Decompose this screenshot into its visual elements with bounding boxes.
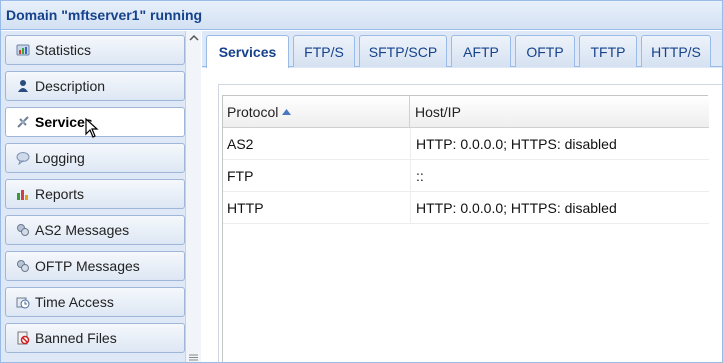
protocol-cell: HTTP xyxy=(227,200,264,216)
statistics-icon xyxy=(16,43,30,57)
tab-bar: Services FTP/S SFTP/SCP AFTP OFTP TFTP H… xyxy=(202,31,722,68)
sidebar-item-label: Statistics xyxy=(35,42,92,58)
column-header-protocol[interactable]: Protocol xyxy=(223,96,410,128)
sidebar-item-time-access[interactable]: Time Access xyxy=(5,287,185,317)
sidebar-item-oftp-messages[interactable]: OFTP Messages xyxy=(5,251,185,281)
sidebar-item-as2-messages[interactable]: AS2 Messages xyxy=(5,215,185,245)
tab-oftp[interactable]: OFTP xyxy=(515,35,575,67)
sidebar-item-logging[interactable]: Logging xyxy=(5,143,185,173)
tab-services[interactable]: Services xyxy=(206,35,289,68)
sort-ascending-icon xyxy=(282,109,292,115)
window-title: Domain "mftserver1" running xyxy=(1,1,722,30)
tab-tftp[interactable]: TFTP xyxy=(579,35,637,67)
services-grid: Protocol Host/IP AS2 HTTP: 0.0.0.0; HTTP… xyxy=(222,95,709,362)
bar-chart-icon xyxy=(16,187,30,201)
host-cell: HTTP: 0.0.0.0; HTTPS: disabled xyxy=(410,192,709,224)
tab-sftp-scp[interactable]: SFTP/SCP xyxy=(359,35,447,67)
grip-icon[interactable] xyxy=(189,353,198,362)
services-panel: Protocol Host/IP AS2 HTTP: 0.0.0.0; HTTP… xyxy=(202,68,722,362)
table-row[interactable]: AS2 HTTP: 0.0.0.0; HTTPS: disabled xyxy=(223,128,709,160)
messages-icon xyxy=(16,259,30,273)
sidebar-item-label: Services xyxy=(35,114,93,130)
table-row[interactable]: HTTP HTTP: 0.0.0.0; HTTPS: disabled xyxy=(223,192,709,224)
sidebar-item-reports[interactable]: Reports xyxy=(5,179,185,209)
clock-icon xyxy=(16,295,30,309)
grid-header: Protocol Host/IP xyxy=(223,96,709,128)
protocol-cell: AS2 xyxy=(227,136,254,152)
scroll-up-icon[interactable] xyxy=(189,33,199,43)
sidebar-item-label: AS2 Messages xyxy=(35,222,130,238)
main-content: Services FTP/S SFTP/SCP AFTP OFTP TFTP H… xyxy=(202,31,722,362)
sidebar-item-label: Logging xyxy=(35,150,85,166)
host-cell: HTTP: 0.0.0.0; HTTPS: disabled xyxy=(410,128,709,160)
sidebar-item-label: Banned Files xyxy=(35,330,117,346)
column-header-label: Host/IP xyxy=(415,104,461,120)
tab-ftp-s[interactable]: FTP/S xyxy=(293,35,355,67)
sidebar-item-services[interactable]: Services xyxy=(5,107,185,137)
column-header-host-ip[interactable]: Host/IP xyxy=(410,96,709,128)
table-row[interactable]: FTP :: xyxy=(223,160,709,192)
sidebar-item-label: Description xyxy=(35,78,106,94)
sidebar: Statistics Description Services Logging xyxy=(1,31,201,362)
messages-icon xyxy=(16,223,30,237)
person-icon xyxy=(16,79,30,93)
sidebar-scrollbar[interactable] xyxy=(185,31,201,362)
speech-bubble-icon xyxy=(16,151,30,165)
protocol-cell: FTP xyxy=(227,168,254,184)
app-window: Domain "mftserver1" running Statistics D… xyxy=(0,0,723,363)
tab-http-s[interactable]: HTTP/S xyxy=(641,35,711,67)
sidebar-item-statistics[interactable]: Statistics xyxy=(5,35,185,65)
sidebar-item-description[interactable]: Description xyxy=(5,71,185,101)
banned-file-icon xyxy=(16,331,30,345)
sidebar-item-label: Reports xyxy=(35,186,85,202)
column-header-label: Protocol xyxy=(227,104,279,120)
tab-aftp[interactable]: AFTP xyxy=(451,35,511,67)
host-cell: :: xyxy=(410,160,709,192)
services-icon xyxy=(16,115,30,129)
sidebar-item-banned-files[interactable]: Banned Files xyxy=(5,323,185,353)
sidebar-item-label: OFTP Messages xyxy=(35,258,140,274)
sidebar-item-label: Time Access xyxy=(35,294,114,310)
